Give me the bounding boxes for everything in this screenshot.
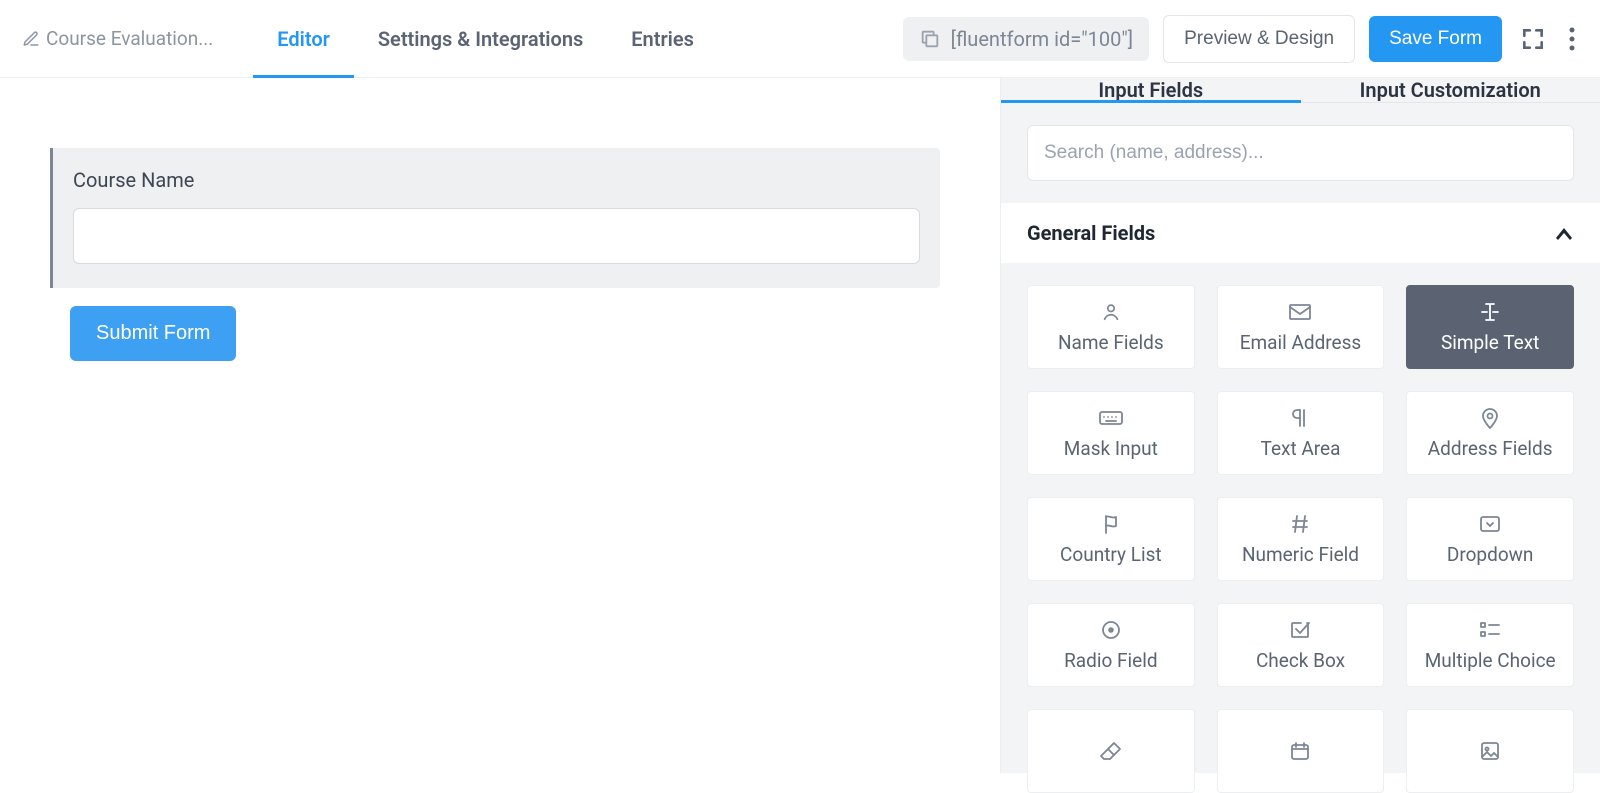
flag-icon <box>1098 513 1124 535</box>
tab-label: Entries <box>631 27 694 51</box>
sidebar-tab-customization[interactable]: Input Customization <box>1301 78 1600 102</box>
paragraph-icon <box>1287 407 1313 429</box>
sidebar-tabs: Input Fields Input Customization <box>1001 78 1600 103</box>
field-card-user[interactable]: Name Fields <box>1027 285 1195 369</box>
calendar-icon <box>1287 740 1313 762</box>
search-input[interactable] <box>1027 125 1574 181</box>
form-field-block[interactable]: Course Name <box>50 148 940 288</box>
field-card-label: Simple Text <box>1441 331 1539 354</box>
sidebar-tab-label: Input Fields <box>1098 78 1203 102</box>
sidebar-tab-label: Input Customization <box>1360 78 1541 102</box>
field-card-label: Email Address <box>1240 331 1362 354</box>
sidebar-tab-input-fields[interactable]: Input Fields <box>1001 78 1301 102</box>
eraser-icon <box>1098 740 1124 762</box>
copy-icon <box>919 28 941 50</box>
form-name[interactable]: Course Evaluation... <box>22 27 213 50</box>
field-card-label: Radio Field <box>1064 649 1157 672</box>
chevron-up-icon <box>1554 226 1574 240</box>
field-card-radio[interactable]: Radio Field <box>1027 603 1195 687</box>
kebab-icon <box>1568 26 1576 52</box>
field-card-image[interactable] <box>1406 709 1574 793</box>
field-card-calendar[interactable] <box>1217 709 1385 793</box>
topbar-right: [fluentform id="100"] Preview & Design S… <box>903 15 1580 63</box>
fullscreen-icon <box>1520 26 1546 52</box>
submit-button[interactable]: Submit Form <box>70 306 236 361</box>
image-icon <box>1477 740 1503 762</box>
tab-entries[interactable]: Entries <box>607 0 718 77</box>
pencil-icon <box>22 30 40 48</box>
field-card-mail[interactable]: Email Address <box>1217 285 1385 369</box>
section-title: General Fields <box>1027 221 1155 245</box>
field-card-label: Text Area <box>1261 437 1341 460</box>
field-card-label: Numeric Field <box>1242 543 1359 566</box>
save-button[interactable]: Save Form <box>1369 16 1502 62</box>
field-card-eraser[interactable] <box>1027 709 1195 793</box>
canvas: Course Name Submit Form <box>0 78 1000 773</box>
tab-label: Settings & Integrations <box>378 27 583 51</box>
field-label: Course Name <box>73 168 920 192</box>
field-card-label: Name Fields <box>1058 331 1164 354</box>
shortcode-box[interactable]: [fluentform id="100"] <box>903 17 1149 61</box>
field-card-flag[interactable]: Country List <box>1027 497 1195 581</box>
more-button[interactable] <box>1564 22 1580 56</box>
check-icon <box>1287 619 1313 641</box>
field-card-label: Dropdown <box>1447 543 1534 566</box>
multi-icon <box>1477 619 1503 641</box>
tab-label: Editor <box>277 27 330 51</box>
field-card-check[interactable]: Check Box <box>1217 603 1385 687</box>
section-header[interactable]: General Fields <box>1001 203 1600 263</box>
dropdown-icon <box>1477 513 1503 535</box>
field-grid: Name Fields Email Address Simple Text Mask … <box>1001 263 1600 793</box>
tab-editor[interactable]: Editor <box>253 0 354 77</box>
course-name-input[interactable] <box>73 208 920 264</box>
mail-icon <box>1287 301 1313 323</box>
field-card-dropdown[interactable]: Dropdown <box>1406 497 1574 581</box>
preview-button[interactable]: Preview & Design <box>1163 15 1355 63</box>
topbar: Course Evaluation... Editor Settings & I… <box>0 0 1600 78</box>
keyboard-icon <box>1098 407 1124 429</box>
text-cursor-icon <box>1477 301 1503 323</box>
header-tabs: Editor Settings & Integrations Entries <box>253 0 718 77</box>
form-name-text: Course Evaluation... <box>46 27 213 50</box>
main: Course Name Submit Form Input Fields Inp… <box>0 78 1600 773</box>
field-card-label: Multiple Choice <box>1425 649 1556 672</box>
radio-icon <box>1098 619 1124 641</box>
fullscreen-button[interactable] <box>1516 22 1550 56</box>
tab-settings[interactable]: Settings & Integrations <box>354 0 607 77</box>
hash-icon <box>1287 513 1313 535</box>
field-card-pin[interactable]: Address Fields <box>1406 391 1574 475</box>
field-card-multi[interactable]: Multiple Choice <box>1406 603 1574 687</box>
field-card-paragraph[interactable]: Text Area <box>1217 391 1385 475</box>
field-card-label: Check Box <box>1256 649 1345 672</box>
shortcode-text: [fluentform id="100"] <box>951 27 1133 51</box>
field-card-label: Country List <box>1060 543 1162 566</box>
user-icon <box>1098 301 1124 323</box>
field-card-keyboard[interactable]: Mask Input <box>1027 391 1195 475</box>
search-wrap <box>1001 103 1600 203</box>
field-card-label: Mask Input <box>1064 437 1158 460</box>
pin-icon <box>1477 407 1503 429</box>
field-card-label: Address Fields <box>1428 437 1553 460</box>
field-card-hash[interactable]: Numeric Field <box>1217 497 1385 581</box>
sidebar: Input Fields Input Customization General… <box>1000 78 1600 773</box>
field-card-text-cursor[interactable]: Simple Text <box>1406 285 1574 369</box>
